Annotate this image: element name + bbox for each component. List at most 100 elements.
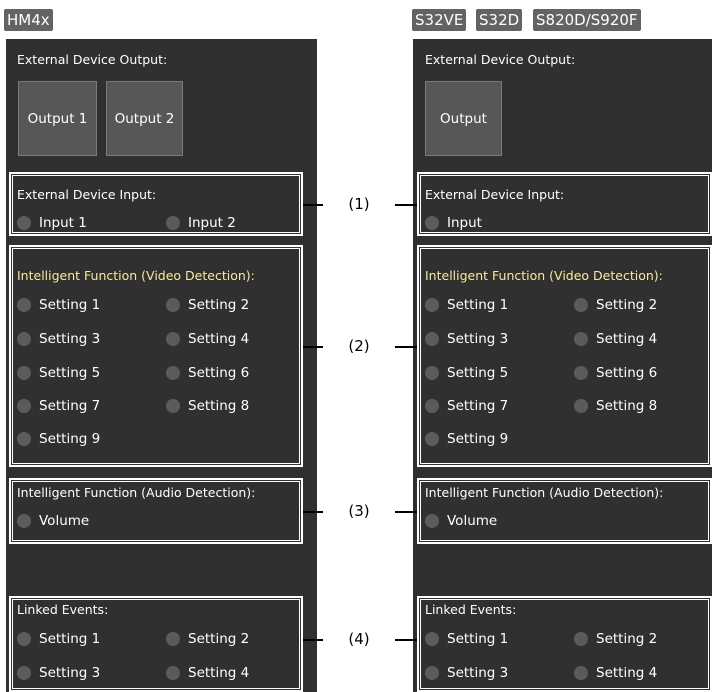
setting-label: Setting 9	[39, 431, 101, 447]
right-video-setting-3[interactable]: Setting 3	[425, 330, 508, 348]
model-tag-s32d: S32D	[476, 9, 523, 31]
radio-icon	[17, 514, 31, 528]
radio-icon	[425, 332, 439, 346]
radio-icon	[425, 666, 439, 680]
left-input-2-label: Input 2	[188, 215, 236, 231]
setting-label: Setting 1	[447, 297, 509, 313]
setting-label: Setting 9	[447, 431, 509, 447]
radio-icon	[17, 216, 31, 230]
left-input-1[interactable]: Input 1	[17, 214, 87, 232]
radio-icon	[425, 514, 439, 528]
setting-label: Setting 4	[596, 331, 658, 347]
setting-label: Setting 3	[39, 665, 101, 681]
radio-icon	[574, 298, 588, 312]
left-video-setting-8[interactable]: Setting 8	[166, 397, 249, 415]
radio-icon	[17, 298, 31, 312]
setting-label: Setting 3	[447, 665, 509, 681]
left-audio-title: Intelligent Function (Audio Detection):	[17, 485, 256, 500]
right-video-title: Intelligent Function (Video Detection):	[425, 268, 663, 283]
setting-label: Setting 2	[188, 297, 250, 313]
right-output-title: External Device Output:	[425, 52, 576, 67]
setting-label: Setting 7	[447, 398, 509, 414]
right-video-setting-6[interactable]: Setting 6	[574, 364, 657, 382]
radio-icon	[574, 332, 588, 346]
right-linked-setting-2[interactable]: Setting 2	[574, 630, 657, 648]
setting-label: Setting 8	[188, 398, 250, 414]
left-linked-setting-2[interactable]: Setting 2	[166, 630, 249, 648]
radio-icon	[425, 399, 439, 413]
model-tag-s820d-s920f: S820D/S920F	[533, 9, 641, 31]
setting-label: Setting 5	[447, 365, 509, 381]
left-video-setting-1[interactable]: Setting 1	[17, 296, 100, 314]
left-input-2[interactable]: Input 2	[166, 214, 236, 232]
right-linked-setting-3[interactable]: Setting 3	[425, 664, 508, 682]
radio-icon	[425, 366, 439, 380]
left-audio-volume[interactable]: Volume	[17, 512, 89, 530]
radio-icon	[17, 632, 31, 646]
right-audio-volume[interactable]: Volume	[425, 512, 497, 530]
right-video-setting-8[interactable]: Setting 8	[574, 397, 657, 415]
radio-icon	[425, 632, 439, 646]
left-output-1-button[interactable]: Output 1	[18, 81, 97, 156]
left-video-setting-4[interactable]: Setting 4	[166, 330, 249, 348]
setting-label: Setting 3	[39, 331, 101, 347]
model-tag-s32ve: S32VE	[412, 9, 467, 31]
radio-icon	[17, 432, 31, 446]
radio-icon	[166, 399, 180, 413]
radio-icon	[425, 432, 439, 446]
left-linked-setting-1[interactable]: Setting 1	[17, 630, 100, 648]
callout-label-2: (2)	[323, 336, 395, 356]
radio-icon	[166, 366, 180, 380]
right-input[interactable]: Input	[425, 214, 482, 232]
radio-icon	[166, 216, 180, 230]
right-input-title: External Device Input:	[425, 187, 565, 202]
radio-icon	[17, 666, 31, 680]
right-linked-setting-1[interactable]: Setting 1	[425, 630, 508, 648]
left-input-1-label: Input 1	[39, 215, 87, 231]
setting-label: Setting 4	[596, 665, 658, 681]
right-video-setting-2[interactable]: Setting 2	[574, 296, 657, 314]
setting-label: Setting 8	[596, 398, 658, 414]
setting-label: Setting 4	[188, 331, 250, 347]
left-linked-setting-3[interactable]: Setting 3	[17, 664, 100, 682]
right-output-button[interactable]: Output	[425, 81, 502, 156]
radio-icon	[574, 399, 588, 413]
radio-icon	[574, 666, 588, 680]
callout-label-1: (1)	[323, 194, 395, 214]
left-linked-setting-4[interactable]: Setting 4	[166, 664, 249, 682]
left-video-setting-6[interactable]: Setting 6	[166, 364, 249, 382]
radio-icon	[166, 666, 180, 680]
right-video-setting-4[interactable]: Setting 4	[574, 330, 657, 348]
left-video-setting-7[interactable]: Setting 7	[17, 397, 100, 415]
radio-icon	[17, 366, 31, 380]
callout-label-3: (3)	[323, 501, 395, 521]
setting-label: Setting 1	[447, 631, 509, 647]
left-video-setting-9[interactable]: Setting 9	[17, 430, 100, 448]
setting-label: Setting 1	[39, 297, 101, 313]
right-linked-title: Linked Events:	[425, 602, 517, 617]
radio-icon	[17, 332, 31, 346]
right-audio-title: Intelligent Function (Audio Detection):	[425, 485, 664, 500]
radio-icon	[17, 399, 31, 413]
left-video-setting-3[interactable]: Setting 3	[17, 330, 100, 348]
radio-icon	[166, 632, 180, 646]
right-video-setting-5[interactable]: Setting 5	[425, 364, 508, 382]
right-video-setting-1[interactable]: Setting 1	[425, 296, 508, 314]
left-output-2-button[interactable]: Output 2	[106, 81, 183, 156]
setting-label: Setting 3	[447, 331, 509, 347]
left-linked-title: Linked Events:	[17, 602, 109, 617]
setting-label: Setting 6	[188, 365, 250, 381]
left-video-setting-5[interactable]: Setting 5	[17, 364, 100, 382]
left-video-setting-2[interactable]: Setting 2	[166, 296, 249, 314]
radio-icon	[574, 366, 588, 380]
right-video-setting-9[interactable]: Setting 9	[425, 430, 508, 448]
model-tag-hm4x: HM4x	[4, 9, 53, 31]
setting-label: Setting 2	[596, 297, 658, 313]
setting-label: Volume	[447, 513, 498, 529]
right-video-setting-7[interactable]: Setting 7	[425, 397, 508, 415]
left-video-title: Intelligent Function (Video Detection):	[17, 268, 255, 283]
right-linked-setting-4[interactable]: Setting 4	[574, 664, 657, 682]
setting-label: Volume	[39, 513, 90, 529]
setting-label: Setting 4	[188, 665, 250, 681]
radio-icon	[574, 632, 588, 646]
